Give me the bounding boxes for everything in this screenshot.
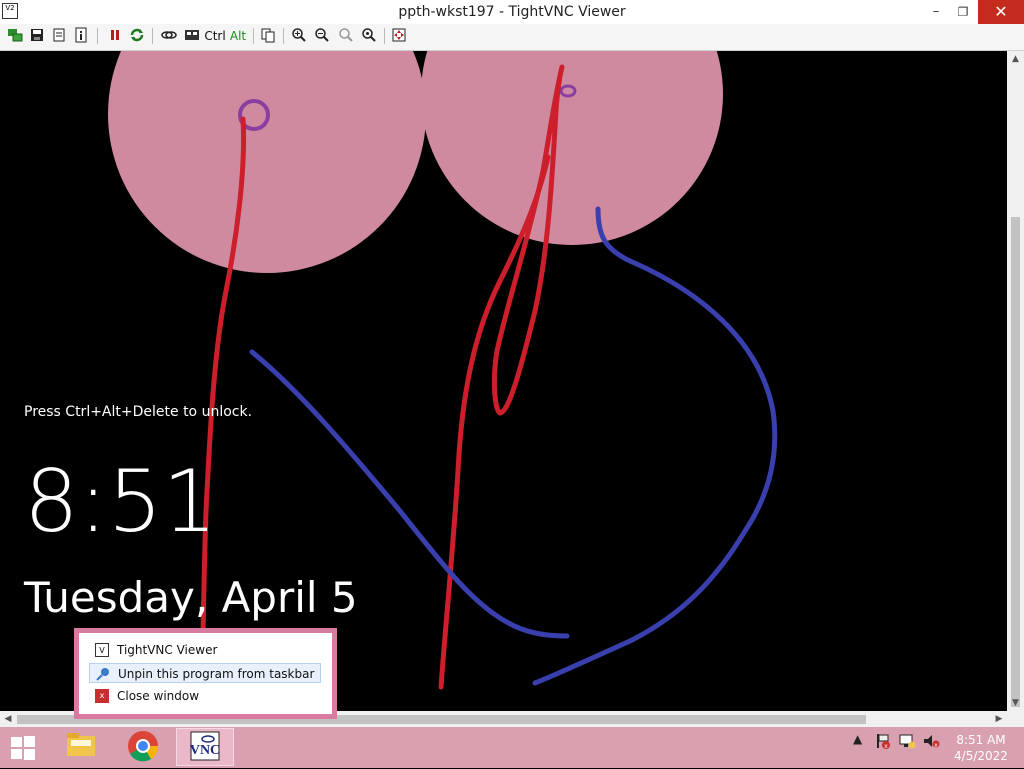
toolbar-separator bbox=[283, 28, 284, 44]
info-icon[interactable] bbox=[72, 27, 90, 45]
tray-date: 4/5/2022 bbox=[954, 749, 1008, 763]
jumplist-item-unpin[interactable]: Unpin this program from taskbar bbox=[89, 663, 321, 683]
window-title: ppth-wkst197 - TightVNC Viewer bbox=[398, 4, 626, 20]
window-titlebar[interactable]: V2 ppth-wkst197 - TightVNC Viewer – ❐ ✕ bbox=[0, 0, 1024, 25]
options-icon[interactable] bbox=[50, 27, 68, 45]
zoom-auto-icon[interactable] bbox=[360, 27, 378, 45]
jumplist-item-tightvnc[interactable]: V TightVNC Viewer bbox=[89, 640, 321, 660]
lockscreen-date: Tuesday, April 5 bbox=[24, 573, 358, 622]
svg-text:x: x bbox=[934, 742, 938, 749]
close-window-icon: x bbox=[95, 689, 109, 703]
new-connection-icon[interactable] bbox=[6, 27, 24, 45]
zoom-in-icon[interactable] bbox=[290, 27, 308, 45]
blue-stroke-right bbox=[532, 206, 778, 686]
pause-icon[interactable] bbox=[106, 27, 124, 45]
transfer-icon[interactable] bbox=[160, 27, 178, 45]
unpin-icon bbox=[96, 667, 110, 681]
scroll-left-icon[interactable]: ◀ bbox=[0, 711, 16, 727]
chrome-icon[interactable] bbox=[114, 728, 172, 766]
svg-text:VNC: VNC bbox=[190, 743, 220, 758]
taskbar-jumplist: V TightVNC Viewer Unpin this program fro… bbox=[74, 628, 337, 719]
save-icon[interactable] bbox=[28, 27, 46, 45]
pink-circle-right bbox=[421, 51, 723, 245]
tray-clock[interactable]: 8:51 AM 4/5/2022 bbox=[946, 732, 1016, 764]
scroll-right-icon[interactable]: ▶ bbox=[991, 711, 1007, 727]
ctrl-alt-del-icon[interactable] bbox=[183, 27, 201, 45]
svg-text:x: x bbox=[884, 743, 888, 750]
remote-desktop-viewport[interactable]: Press Ctrl+Alt+Delete to unlock. 8:51 Tu… bbox=[0, 51, 1007, 711]
vertical-scrollbar[interactable]: ▲ ▼ bbox=[1007, 51, 1024, 711]
volume-muted-icon[interactable]: x bbox=[922, 732, 940, 753]
fullscreen-icon[interactable] bbox=[390, 27, 408, 45]
unlock-instruction: Press Ctrl+Alt+Delete to unlock. bbox=[24, 404, 253, 420]
minimize-button[interactable]: – bbox=[922, 0, 950, 24]
restore-button[interactable]: ❐ bbox=[950, 0, 976, 24]
network-icon[interactable] bbox=[898, 732, 916, 753]
vertical-scroll-thumb[interactable] bbox=[1011, 217, 1020, 707]
lockscreen-clock: 8:51 bbox=[24, 452, 218, 552]
close-button[interactable]: ✕ bbox=[978, 0, 1024, 24]
refresh-icon[interactable] bbox=[128, 27, 146, 45]
scroll-up-icon[interactable]: ▲ bbox=[1007, 51, 1024, 67]
zoom-100-icon[interactable] bbox=[337, 27, 355, 45]
windows-start-icon[interactable] bbox=[6, 734, 40, 762]
toolbar-separator bbox=[97, 28, 98, 44]
toolbar-separator bbox=[253, 28, 254, 44]
show-hidden-icons-icon[interactable]: ▲ bbox=[853, 732, 862, 746]
vnc-toolbar: Ctrl Alt bbox=[0, 24, 1024, 51]
tightvnc-icon: V bbox=[95, 643, 109, 657]
jumplist-item-close[interactable]: x Close window bbox=[89, 686, 321, 706]
ctrl-key-button[interactable]: Ctrl bbox=[204, 27, 226, 45]
tightvnc-icon[interactable]: V2 bbox=[2, 3, 18, 19]
tightvnc-icon[interactable]: VNC bbox=[176, 728, 234, 766]
scroll-down-icon[interactable]: ▼ bbox=[1007, 695, 1024, 711]
toolbar-separator bbox=[152, 28, 153, 44]
alt-key-button[interactable]: Alt bbox=[228, 27, 248, 45]
action-center-icon[interactable]: x bbox=[873, 732, 891, 753]
file-explorer-icon[interactable] bbox=[52, 728, 110, 766]
tray-time: 8:51 AM bbox=[956, 733, 1006, 747]
clipboard-icon[interactable] bbox=[259, 27, 277, 45]
taskbar: VNC ▲ x x 8:51 AM 4/5/2022 bbox=[0, 727, 1024, 768]
pink-circle-left bbox=[108, 51, 426, 273]
toolbar-separator bbox=[384, 28, 385, 44]
zoom-out-icon[interactable] bbox=[313, 27, 331, 45]
